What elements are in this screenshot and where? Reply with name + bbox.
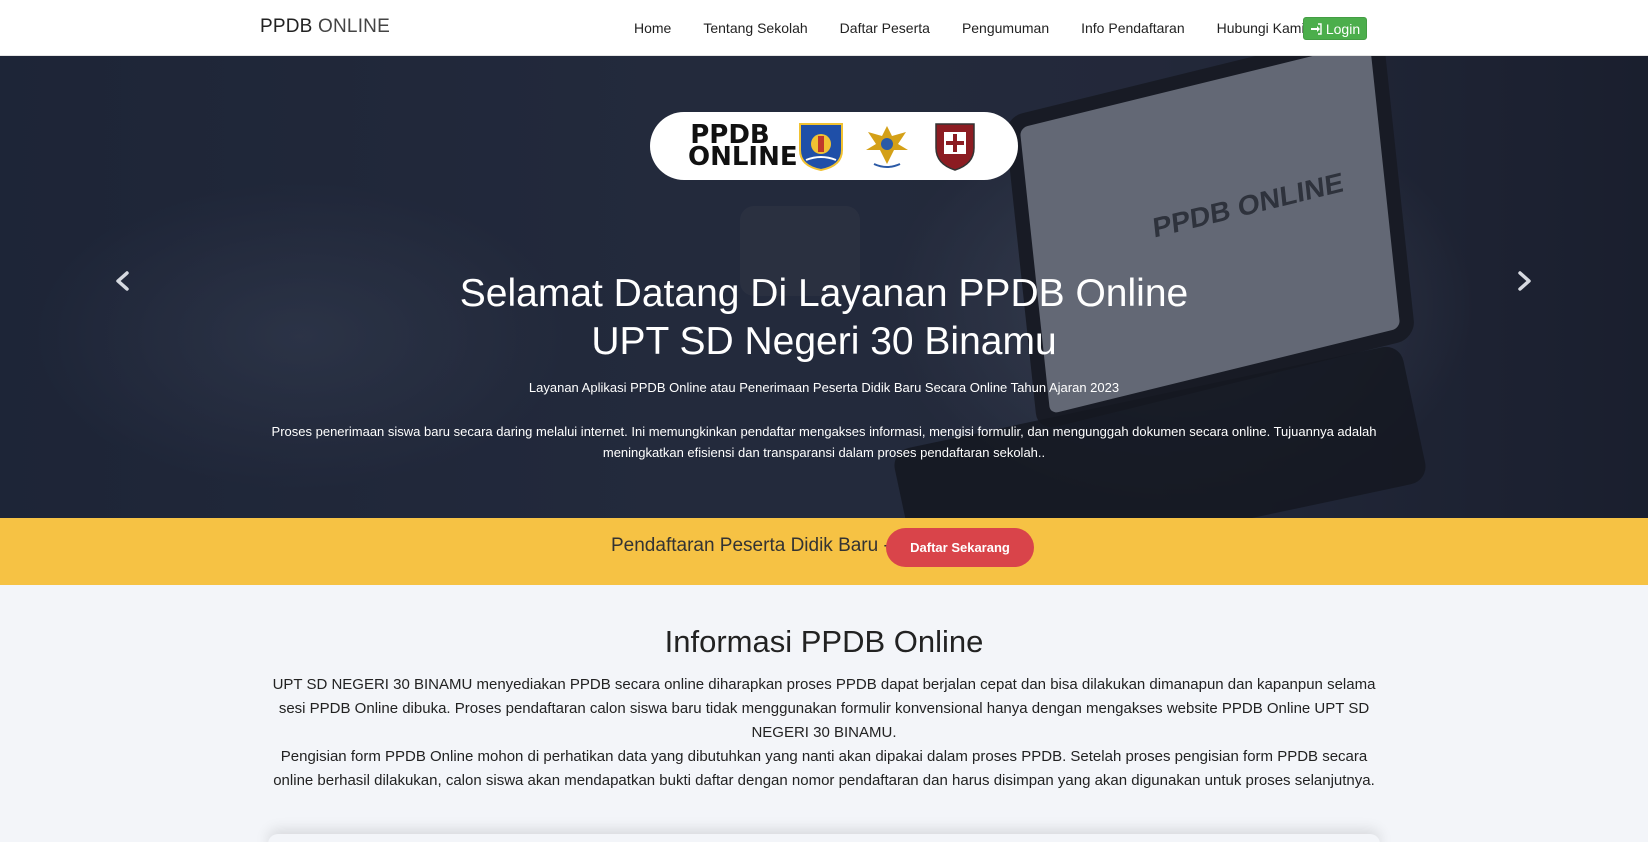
info-paragraph-2: Pengisian form PPDB Online mohon di perh… xyxy=(273,748,1375,789)
hero-carousel: PPDB ONLINE PPDB ONLINE Selamat Datang D… xyxy=(0,56,1648,518)
login-label: Login xyxy=(1325,20,1361,37)
brand-strong: PPDB xyxy=(260,16,313,37)
nav-item-tentang-sekolah[interactable]: Tentang Sekolah xyxy=(703,20,807,36)
registration-banner: Pendaftaran Peserta Didik Baru - Daftar … xyxy=(0,518,1648,585)
hero-subtitle: Layanan Aplikasi PPDB Online atau Peneri… xyxy=(528,380,1120,395)
daftar-sekarang-button[interactable]: Daftar Sekarang xyxy=(886,528,1034,567)
tut-wuri-handayani-icon xyxy=(866,126,908,168)
brand-logo[interactable]: PPDB ONLINE xyxy=(260,16,390,38)
sign-in-icon xyxy=(1310,22,1322,35)
ppdb-logo-banner: PPDB ONLINE xyxy=(650,112,1018,180)
hero-title-line1: Selamat Datang Di Layanan PPDB Online xyxy=(459,272,1189,315)
nav-item-hubungi-kami[interactable]: Hubungi Kami xyxy=(1217,20,1305,36)
ppdb-online-logo: PPDB ONLINE xyxy=(688,120,798,172)
banner-text: Pendaftaran Peserta Didik Baru - xyxy=(611,535,890,556)
login-button[interactable]: Login xyxy=(1303,17,1367,40)
nav-item-daftar-peserta[interactable]: Daftar Peserta xyxy=(840,20,930,36)
nav-item-info-pendaftaran[interactable]: Info Pendaftaran xyxy=(1081,20,1185,36)
info-paragraph-1: UPT SD NEGERI 30 BINAMU menyediakan PPDB… xyxy=(272,676,1376,741)
nav-item-pengumuman[interactable]: Pengumuman xyxy=(962,20,1049,36)
info-text: UPT SD NEGERI 30 BINAMU menyediakan PPDB… xyxy=(264,673,1384,793)
school-crest-icon xyxy=(935,123,975,171)
nav-item-home[interactable]: Home xyxy=(634,20,671,36)
content-card-edge xyxy=(268,834,1380,842)
main-nav: Home Tentang Sekolah Daftar Peserta Peng… xyxy=(634,0,1337,56)
brand-light: ONLINE xyxy=(318,16,390,37)
hero-title-line2: UPT SD Negeri 30 Binamu xyxy=(591,320,1057,363)
hero-description: Proses penerimaan siswa baru secara dari… xyxy=(271,424,1377,460)
regency-emblem-icon xyxy=(799,123,843,172)
info-title: Informasi PPDB Online xyxy=(664,624,984,659)
navbar: PPDB ONLINE Home Tentang Sekolah Daftar … xyxy=(0,0,1648,56)
